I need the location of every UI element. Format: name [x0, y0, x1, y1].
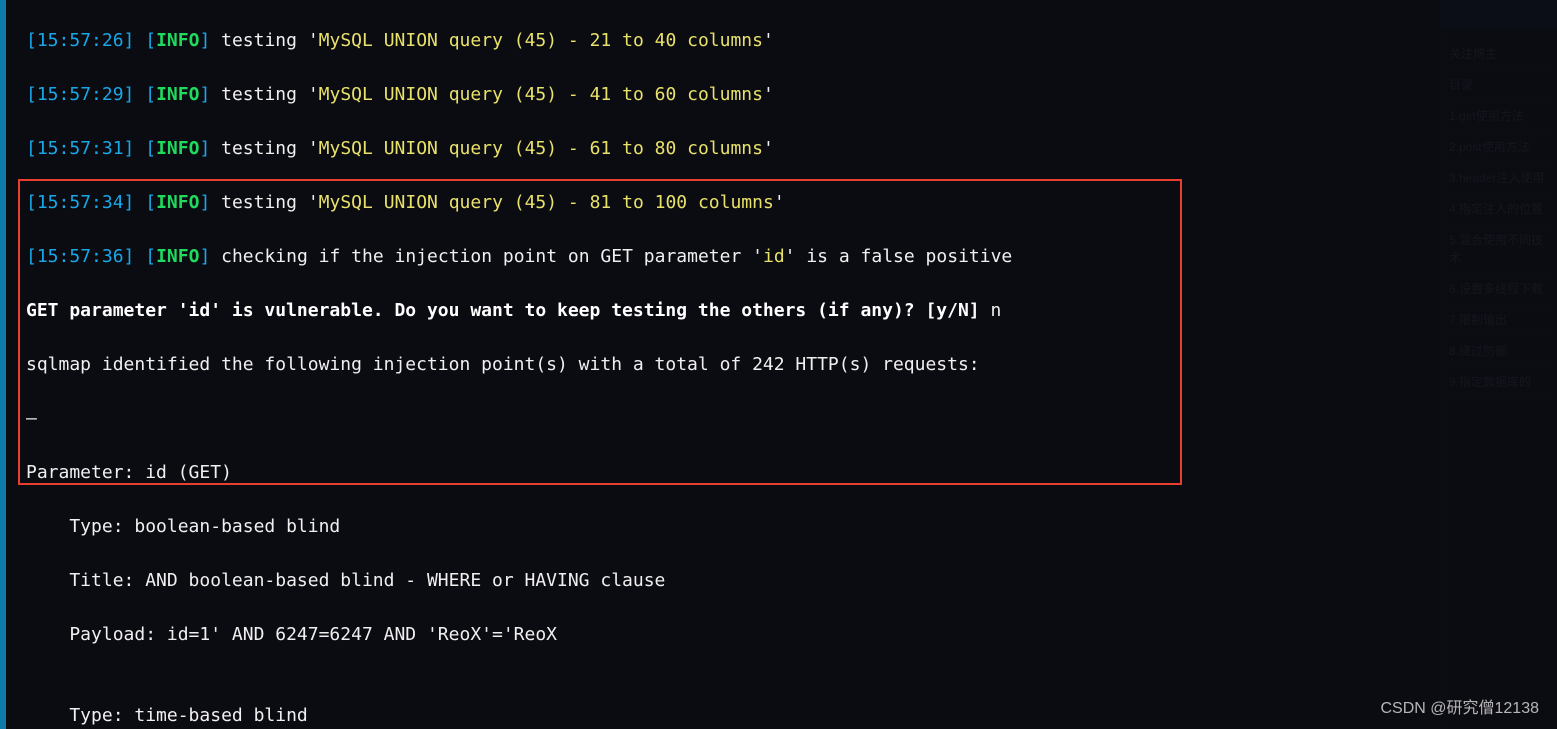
watermark: CSDN @研究僧12138 — [1380, 697, 1539, 721]
param-line: Payload: id=1' AND 6247=6247 AND 'ReoX'=… — [26, 621, 1557, 648]
log-line: [15:57:36] [INFO] checking if the inject… — [26, 243, 1557, 270]
param-line: Type: boolean-based blind — [26, 513, 1557, 540]
param-line: Title: AND boolean-based blind - WHERE o… — [26, 567, 1557, 594]
terminal[interactable]: [15:57:26] [INFO] testing 'MySQL UNION q… — [0, 0, 1557, 729]
log-line: [15:57:29] [INFO] testing 'MySQL UNION q… — [26, 81, 1557, 108]
log-line: [15:57:31] [INFO] testing 'MySQL UNION q… — [26, 135, 1557, 162]
log-line: [15:57:26] [INFO] testing 'MySQL UNION q… — [26, 27, 1557, 54]
log-line: [15:57:34] [INFO] testing 'MySQL UNION q… — [26, 189, 1557, 216]
separator: — — [26, 405, 1557, 432]
param-line: Type: time-based blind — [26, 702, 1557, 729]
identified-line: sqlmap identified the following injectio… — [26, 351, 1557, 378]
prompt-question: GET parameter 'id' is vulnerable. Do you… — [26, 297, 1557, 324]
param-line: Parameter: id (GET) — [26, 459, 1557, 486]
